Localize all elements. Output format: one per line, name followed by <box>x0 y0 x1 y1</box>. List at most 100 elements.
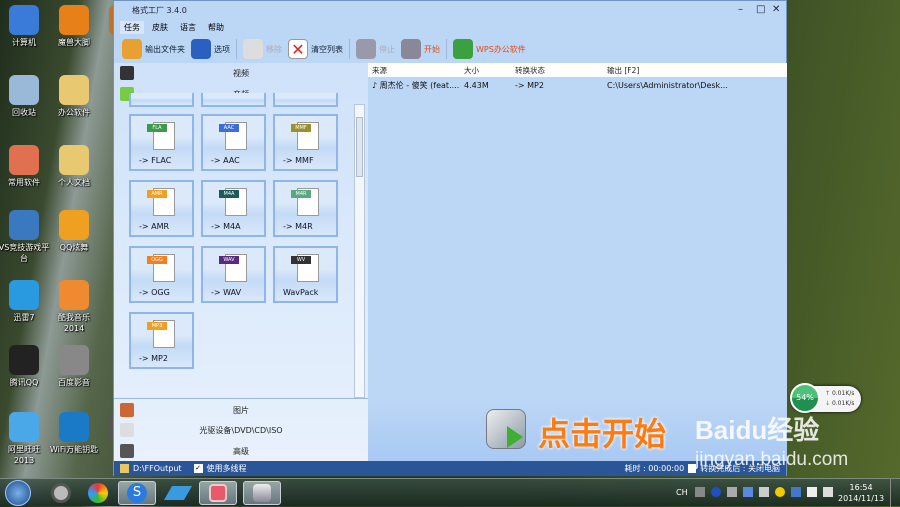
tile-label: WavPack <box>283 288 319 297</box>
format-tile-mmf[interactable]: MMF -> MMF <box>273 114 338 171</box>
category-disc[interactable]: 光驱设备\DVD\CD\ISO <box>114 420 368 440</box>
upload-speed: ↑ 0.01K/s <box>825 390 855 397</box>
taskbar-baidu-player[interactable] <box>42 481 80 505</box>
desktop-icon[interactable]: 计算机 <box>0 5 50 48</box>
language-indicator[interactable]: CH <box>676 488 688 497</box>
help-icon <box>711 487 721 497</box>
desktop-icon[interactable]: QQ炫舞 <box>48 210 100 253</box>
separator <box>236 39 237 59</box>
minimize-button[interactable]: – <box>738 4 743 15</box>
format-tag: AAC <box>219 124 239 132</box>
click-start-text[interactable]: 点击开始 <box>538 409 666 455</box>
col-status[interactable]: 转换状态 <box>512 65 604 76</box>
app-icon <box>59 210 89 240</box>
menu-task[interactable]: 任务 <box>120 20 144 34</box>
stop-button[interactable]: 停止 <box>356 39 395 59</box>
desktop-icon[interactable]: 腾讯QQ <box>0 345 50 388</box>
tile-partial[interactable] <box>201 93 266 107</box>
desktop-icon[interactable]: WiFi万能钥匙 <box>48 412 100 455</box>
format-tile-wv[interactable]: WV WavPack <box>273 246 338 303</box>
tile-label: -> AMR <box>139 222 170 231</box>
tray-icons[interactable] <box>695 487 833 497</box>
desktop-icon[interactable]: 迅雷7 <box>0 280 50 323</box>
col-size[interactable]: 大小 <box>461 65 512 76</box>
app2-icon <box>791 487 801 497</box>
desktop-icon[interactable]: 百度影音 <box>48 345 100 388</box>
show-desktop-button[interactable] <box>890 479 900 507</box>
menu-skin[interactable]: 皮肤 <box>148 21 172 34</box>
gear-icon <box>191 39 211 59</box>
format-tile-m4a[interactable]: M4A -> M4A <box>201 180 266 237</box>
category-video[interactable]: 视频 <box>114 63 368 83</box>
taskbar-format-factory[interactable] <box>243 481 281 505</box>
tile-label: -> M4A <box>211 222 241 231</box>
tile-partial[interactable] <box>273 93 338 107</box>
separator <box>446 39 447 59</box>
maximize-button[interactable]: □ <box>756 4 765 15</box>
clock[interactable]: 16:54 2014/11/13 <box>838 482 884 504</box>
col-source[interactable]: 来源 <box>368 65 461 76</box>
clock-time: 16:54 <box>849 483 873 492</box>
taskbar-app[interactable] <box>199 481 237 505</box>
desktop-icon-label: 个人文档 <box>58 178 90 187</box>
taskbar: S CH 16:54 2014/11/13 <box>0 478 900 507</box>
desktop-icon[interactable]: 办公软件 <box>48 75 100 118</box>
format-tag: AMR <box>147 190 167 198</box>
gear-button[interactable]: 选项 <box>191 39 230 59</box>
clear-button[interactable]: ✕ 清空列表 <box>288 39 343 59</box>
wps-button[interactable]: WPS办公软件 <box>453 39 526 59</box>
output-folder-link[interactable]: D:\FFOutput <box>133 464 182 473</box>
desktop-icon-label: 百度影音 <box>58 378 90 387</box>
format-tile-amr[interactable]: AMR -> AMR <box>129 180 194 237</box>
scrollbar[interactable] <box>354 104 365 398</box>
menu-help[interactable]: 帮助 <box>204 21 228 34</box>
window-title: 格式工厂 3.4.0 <box>132 5 187 15</box>
desktop-icon-label: 计算机 <box>12 38 36 47</box>
table-row[interactable]: ♪ 周杰伦 - 傻笑 (feat.... 4.43M -> MP2 C:\Use… <box>368 77 787 93</box>
format-tile-ogg[interactable]: OGG -> OGG <box>129 246 194 303</box>
desktop-icon[interactable]: 魔兽大脚 <box>48 5 100 48</box>
cell-source: ♪ 周杰伦 - 傻笑 (feat.... <box>372 80 460 90</box>
app-icon <box>9 210 39 240</box>
category-picture[interactable]: 图片 <box>114 400 368 420</box>
close-button[interactable]: ✕ <box>772 4 780 15</box>
format-tile-fla[interactable]: FLA -> FLAC <box>129 114 194 171</box>
format-tile-mp3[interactable]: MP3 -> MP2 <box>129 312 194 369</box>
start-button[interactable]: 开始 <box>401 39 440 59</box>
format-tile-m4r[interactable]: M4R -> M4R <box>273 180 338 237</box>
cpu-gauge: 54% <box>790 383 820 413</box>
desktop-icon[interactable]: 阿里旺旺2013 <box>0 412 50 466</box>
menu-language[interactable]: 语言 <box>176 21 200 34</box>
app-icon <box>59 5 89 35</box>
remove-button[interactable]: 移除 <box>243 39 282 59</box>
cell-output: C:\Users\Administrator\Desk... <box>607 80 728 90</box>
taskbar-sogou[interactable]: S <box>118 481 156 505</box>
folder-button[interactable]: 输出文件夹 <box>122 39 185 59</box>
app-icon <box>9 75 39 105</box>
folder-icon <box>122 39 142 59</box>
format-panel: 视频音频FLA-> FLACAAC-> AACMMF-> MMFAMR-> AM… <box>114 63 368 461</box>
col-output[interactable]: 输出 [F2] <box>604 65 787 76</box>
power-icon <box>823 487 833 497</box>
format-tag: WV <box>291 256 311 264</box>
tile-label: -> MMF <box>283 156 314 165</box>
app-icon <box>59 280 89 310</box>
start-button[interactable] <box>5 480 31 506</box>
clock-date: 2014/11/13 <box>838 494 885 503</box>
app-icon <box>9 345 39 375</box>
format-tile-aac[interactable]: AAC -> AAC <box>201 114 266 171</box>
tile-partial[interactable] <box>129 93 194 107</box>
category-advanced[interactable]: 高级 <box>114 441 368 461</box>
desktop-icon[interactable]: 回收站 <box>0 75 50 118</box>
taskbar-browser[interactable] <box>79 481 117 505</box>
elapsed-time: 耗时 : 00:00:00 <box>624 464 685 473</box>
format-tag: M4A <box>219 190 239 198</box>
app-icon <box>59 412 89 442</box>
desktop-icon[interactable]: VS竞技游戏平台 <box>0 210 50 264</box>
desktop-icon[interactable]: 常用软件 <box>0 145 50 188</box>
desktop-icon[interactable]: 酷我音乐2014 <box>48 280 100 334</box>
multithread-checkbox[interactable]: ✓ <box>193 464 203 473</box>
taskbar-xunlei[interactable] <box>159 481 197 505</box>
desktop-icon[interactable]: 个人文档 <box>48 145 100 188</box>
format-tile-wav[interactable]: WAV -> WAV <box>201 246 266 303</box>
